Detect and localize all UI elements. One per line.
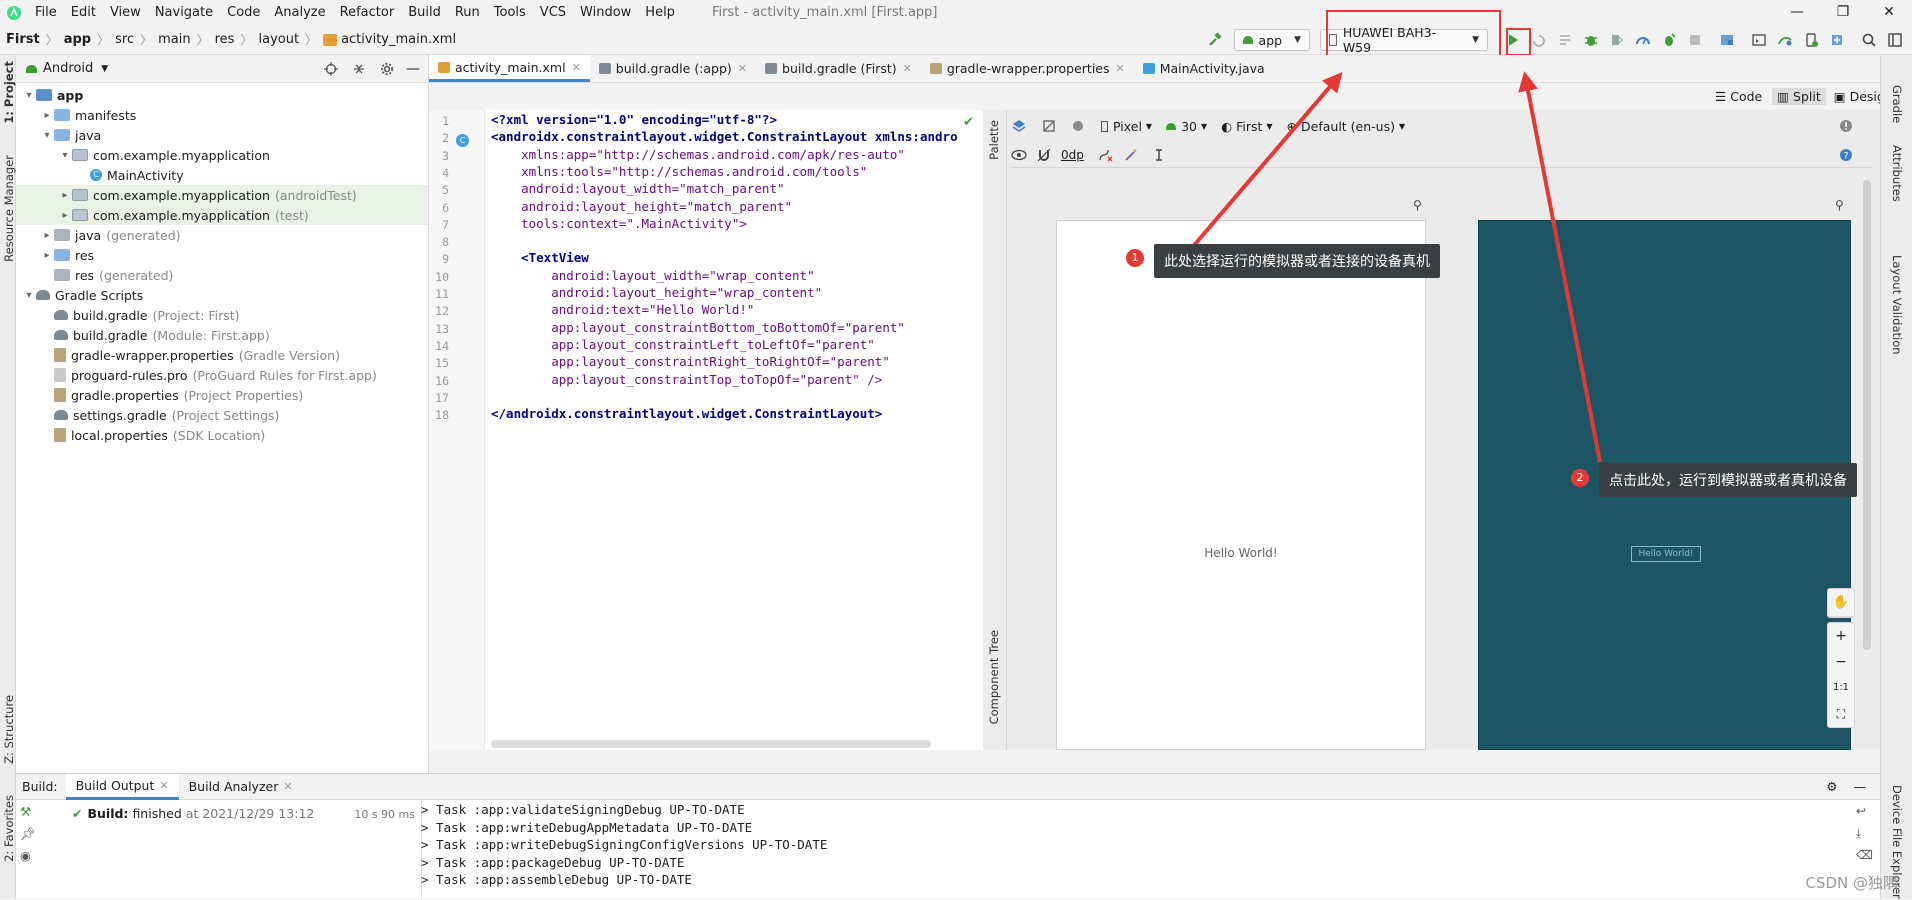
close-icon[interactable]: ✕ xyxy=(283,780,292,793)
build-status-time: at 2021/12/29 13:12 xyxy=(185,806,315,821)
gear-icon[interactable]: ⚙ xyxy=(1826,779,1837,794)
console-line: > Task :app:assembleDebug UP-TO-DATE xyxy=(421,872,692,887)
watermark: CSDN @独隅 xyxy=(1805,874,1898,892)
build-side-icons: ⚒ 📌︎ ◉ xyxy=(20,804,42,870)
scroll-to-end-icon[interactable]: ⤓ xyxy=(1856,826,1876,848)
right-tool-strip: Gradle Attributes Layout Validation Devi… xyxy=(1880,55,1912,899)
build-status-text: finished xyxy=(132,806,182,821)
console-line: > Task :app:writeDebugSigningConfigVersi… xyxy=(421,837,828,852)
console-line: > Task :app:validateSigningDebug UP-TO-D… xyxy=(421,802,745,817)
close-icon[interactable]: ✕ xyxy=(159,779,168,792)
clear-icon[interactable]: ⌫ xyxy=(1856,848,1876,870)
gradle-tab[interactable]: Gradle xyxy=(1890,85,1904,123)
tab-build-output[interactable]: Build Output ✕ xyxy=(65,773,179,800)
annotation-badge-1: 1 xyxy=(1126,249,1144,267)
build-header: Build: Build Output ✕ Build Analyzer ✕ ⚙ — xyxy=(16,773,1880,800)
build-duration: 10 s 90 ms xyxy=(354,808,415,821)
layout-validation-tab[interactable]: Layout Validation xyxy=(1890,255,1904,355)
build-tree: ✔ Build: finished at 2021/12/29 13:12 10… xyxy=(42,800,422,900)
pin-icon[interactable]: 📌︎ xyxy=(20,826,42,848)
console-line: > Task :app:writeDebugAppMetadata UP-TO-… xyxy=(421,819,753,835)
tab-build-output-label: Build Output xyxy=(75,777,155,793)
annotation-1: 此处选择运行的模拟器或者连接的设备真机 xyxy=(1154,244,1440,278)
annotation-badge-2: 2 xyxy=(1571,469,1589,487)
attributes-tab[interactable]: Attributes xyxy=(1890,145,1904,202)
console-side-icons: ↩ ⤓ ⌫ xyxy=(1856,804,1876,870)
tab-build-analyzer-label: Build Analyzer xyxy=(188,779,279,794)
check-icon: ✔ xyxy=(72,806,83,821)
build-status-row[interactable]: ✔ Build: finished at 2021/12/29 13:12 xyxy=(72,806,314,821)
eye-icon[interactable]: ◉ xyxy=(20,848,42,870)
hide-panel-icon[interactable]: — xyxy=(1854,779,1867,794)
build-panel: Build: Build Output ✕ Build Analyzer ✕ ⚙ —… xyxy=(16,773,1880,900)
tab-build-analyzer[interactable]: Build Analyzer ✕ xyxy=(179,774,303,800)
build-label: Build: xyxy=(22,779,58,794)
build-status-bold: Build: xyxy=(87,806,129,821)
console-line: > Task :app:packageDebug UP-TO-DATE xyxy=(421,854,685,870)
hammer-icon[interactable]: ⚒ xyxy=(20,804,42,826)
soft-wrap-icon[interactable]: ↩ xyxy=(1856,804,1876,826)
annotation-arrows xyxy=(1188,71,1602,463)
annotation-2: 点击此处，运行到模拟器或者真机设备 xyxy=(1599,463,1857,497)
